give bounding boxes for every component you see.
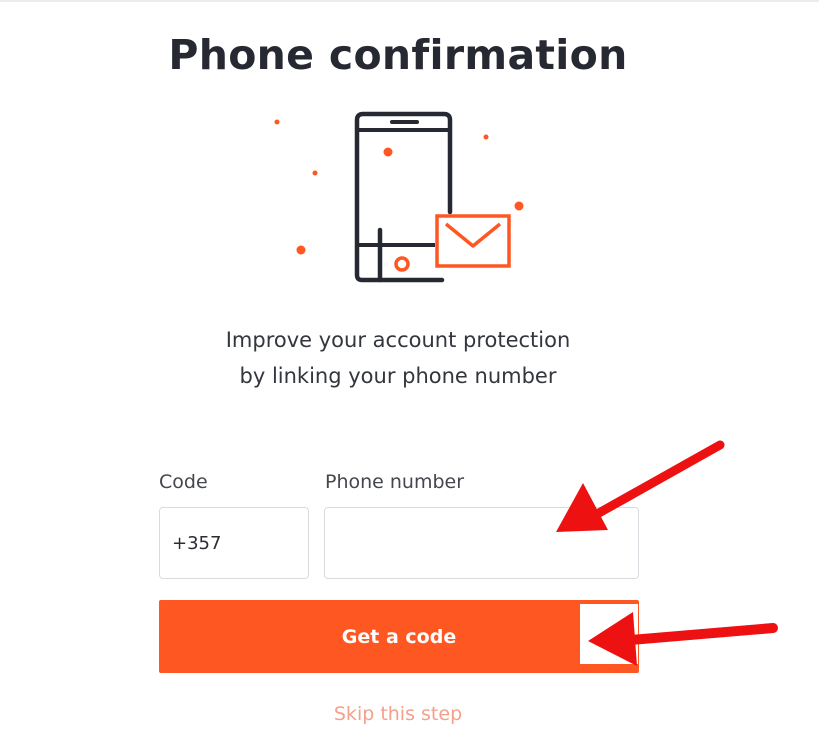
get-code-button[interactable]: Get a code xyxy=(159,600,639,673)
decor-dot xyxy=(514,201,524,211)
phone-number-input[interactable] xyxy=(324,507,639,579)
top-edge-divider xyxy=(0,0,819,2)
intro-line-2: by linking your phone number xyxy=(239,364,557,388)
button-overlay-patch xyxy=(580,604,638,664)
phone-with-envelope-icon xyxy=(274,111,524,283)
country-code-input[interactable] xyxy=(159,507,309,579)
decor-dot xyxy=(483,134,489,140)
phone-number-label: Phone number xyxy=(325,471,465,493)
page-title: Phone confirmation xyxy=(168,31,628,80)
intro-line-1: Improve your account protection xyxy=(225,328,571,352)
decor-dot xyxy=(312,170,318,176)
decor-dot xyxy=(296,245,306,255)
code-label: Code xyxy=(159,471,208,493)
decor-dot xyxy=(383,147,393,157)
skip-step-link[interactable]: Skip this step xyxy=(0,703,796,725)
phone-home-button xyxy=(394,256,410,272)
decor-dot xyxy=(274,119,280,125)
intro-text: Improve your account protection by linki… xyxy=(190,322,606,394)
